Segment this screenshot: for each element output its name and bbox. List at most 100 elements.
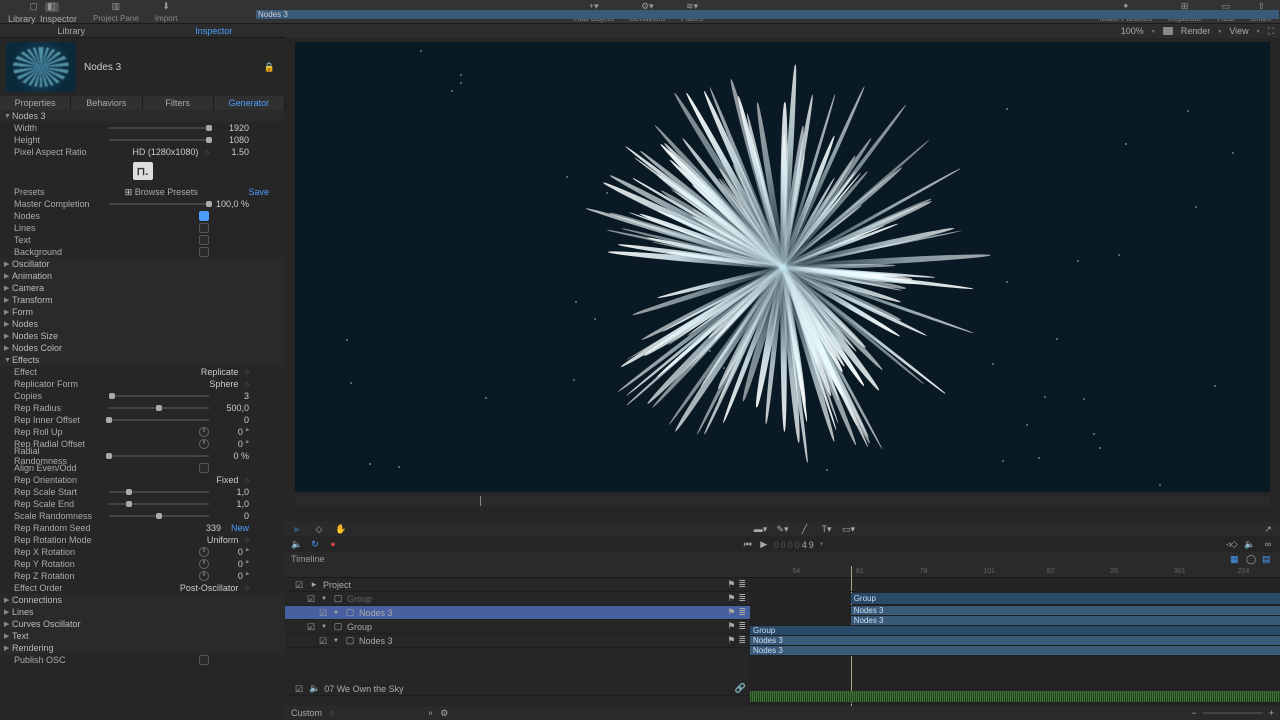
generator-tab[interactable]: Generator [214,96,285,110]
width-value[interactable]: 1920 [213,123,249,133]
layer-enable-checkbox[interactable]: ☑ [295,684,305,694]
project-pane-icon[interactable]: ▥ [109,2,123,12]
section-nodes-size[interactable]: ▶Nodes Size [0,330,285,342]
layer-enable-checkbox[interactable]: ☑ [307,622,317,632]
prev-frame-icon[interactable]: ⏮ [742,538,754,550]
rep-radius-slider[interactable] [109,407,209,409]
save-preset-link[interactable]: Save [248,187,269,197]
clip-nodes1b[interactable]: Nodes 3 [851,616,1280,625]
par-value[interactable]: 1.50 [213,147,249,157]
rep-z-rotation-dial[interactable] [199,571,209,581]
mini-playhead[interactable] [480,496,481,506]
loop-icon[interactable]: ↻ [309,538,321,550]
view-caret-icon[interactable]: ▾ [1257,28,1260,35]
align-even-odd-checkbox[interactable] [199,463,209,473]
nodes-checkbox[interactable] [199,211,209,221]
layer-lock-icon[interactable]: ≣ [738,635,746,646]
layer-enable-checkbox[interactable]: ☑ [319,608,329,618]
layer-list[interactable]: ☑▸Project⚑≣☑▼▢Group⚑≣☑▼▢Nodes 3⚑≣☑▼▢Grou… [285,566,750,706]
loop2-icon[interactable]: ∞ [1262,538,1274,550]
scale-randomness-slider[interactable] [109,515,209,517]
clip-group2[interactable]: Group [750,626,1280,635]
layer-row[interactable]: ☑▸Project⚑≣ [285,578,750,592]
canvas-viewer[interactable] [295,42,1270,492]
section-connections[interactable]: ▶Connections [0,594,285,606]
disclosure-icon[interactable]: ▼ [333,638,341,644]
rep-radial-offset-dial[interactable] [199,439,209,449]
record-icon[interactable]: ● [327,538,339,550]
zoom-in-icon[interactable]: + [1269,708,1274,718]
rect-tool-icon[interactable]: ▬▾ [755,523,767,535]
behaviors-tab[interactable]: Behaviors [71,96,142,110]
new-seed-link[interactable]: New [231,523,249,533]
rep-orientation-popup[interactable]: Fixed [216,475,238,485]
parameters-list[interactable]: ▼Nodes 3 Width1920 Height1080 Pixel Aspe… [0,110,285,720]
effects-header[interactable]: ▼Effects [0,354,285,366]
radial-randomness-slider[interactable] [109,455,209,457]
section-transform[interactable]: ▶Transform [0,294,285,306]
disclosure-icon[interactable]: ▼ [333,610,341,616]
layer-enable-checkbox[interactable]: ☑ [307,594,317,604]
line-tool-icon[interactable]: ╱ [799,523,811,535]
replicator-form-popup[interactable]: Sphere [209,379,238,389]
mask-tool-icon[interactable]: ▭▾ [843,523,855,535]
rep-scale-end-slider[interactable] [109,503,209,505]
timecode-value[interactable]: 000049 [774,537,816,551]
timeline-ruler[interactable]: 5481781018226301224 [750,566,1280,578]
zoom-value[interactable]: 100% [1121,26,1144,36]
timeline-tracks[interactable]: 5481781018226301224 Group Nodes 3 Nodes … [750,566,1280,706]
rep-inner-offset-slider[interactable] [109,419,209,421]
audio-clip[interactable] [750,691,1280,702]
view-menu[interactable]: View [1229,26,1248,36]
section-form[interactable]: ▶Form [0,306,285,318]
layer-enable-checkbox[interactable]: ☑ [295,580,305,590]
layer-row[interactable]: ☑▼▢Group⚑≣ [285,620,750,634]
layer-lock-icon[interactable]: ≣ [738,607,746,618]
layer-flag-icon[interactable]: ⚑ [727,579,735,590]
layer-flag-icon[interactable]: ⚑ [727,607,735,618]
expand-tool-icon[interactable]: ↗ [1262,523,1274,535]
audio-layer-row[interactable]: ☑ 🔈 07 We Own the Sky 🔗 [285,682,750,696]
import-group[interactable]: ⬇ Import [147,0,186,24]
clip-group1[interactable]: Group [851,593,1280,604]
filter-icon[interactable]: ⚬ [427,708,435,719]
layer-lock-icon[interactable]: ≣ [738,621,746,632]
arrow-tool-icon[interactable]: ▹ [291,523,303,535]
height-value[interactable]: 1080 [213,135,249,145]
library-icon[interactable]: ▢ [27,2,41,12]
rep-roll-up-dial[interactable] [199,427,209,437]
rep-rotation-mode-popup[interactable]: Uniform [207,535,239,545]
master-value[interactable]: 100,0 % [213,199,249,209]
render-menu[interactable]: Render [1181,26,1211,36]
zoom-caret-icon[interactable]: ▾ [1152,28,1155,35]
effect-order-popup[interactable]: Post-Oscillator [180,583,239,593]
keyframe-nav-left-icon[interactable]: ◃◇ [1226,538,1238,550]
mini-timeline[interactable] [295,496,1270,506]
link-icon[interactable]: 🔗 [735,683,746,694]
rep-y-rotation-dial[interactable] [199,559,209,569]
layer-flag-icon[interactable]: ⚑ [727,593,735,604]
import-icon[interactable]: ⬇ [159,2,173,12]
par-popup[interactable]: HD (1280x1080) [132,147,198,157]
custom-popup[interactable]: Custom [291,708,322,718]
expand-icon[interactable]: ⛶ [1268,26,1274,37]
section-camera[interactable]: ▶Camera [0,282,285,294]
layer-enable-checkbox[interactable]: ☑ [319,636,329,646]
browse-presets-button[interactable]: ⊞ Browse Presets [74,187,248,198]
section-lines[interactable]: ▶Lines [0,606,285,618]
lock-icon[interactable]: 🔒 [264,62,275,73]
layer-lock-icon[interactable]: ≣ [738,579,746,590]
zoom-out-icon[interactable]: − [1191,708,1196,718]
inspector-tab[interactable]: Inspector [143,24,286,37]
height-slider[interactable] [109,139,209,141]
render-caret-icon[interactable]: ▾ [1218,28,1221,35]
pen-tool-icon[interactable]: ✎▾ [777,523,789,535]
layer-flag-icon[interactable]: ⚑ [727,635,735,646]
layer-row[interactable]: ☑▼▢Nodes 3⚑≣ [285,606,750,620]
play-icon[interactable]: ▶ [758,538,770,550]
section-curves-oscillator[interactable]: ▶Curves Oscillator [0,618,285,630]
timeline-view1-icon[interactable]: ▦ [1230,554,1242,565]
section-rendering[interactable]: ▶Rendering [0,642,285,654]
timecode-caret-icon[interactable]: ▾ [820,540,824,548]
project-pane-group[interactable]: ▥ Project Pane [85,0,147,24]
